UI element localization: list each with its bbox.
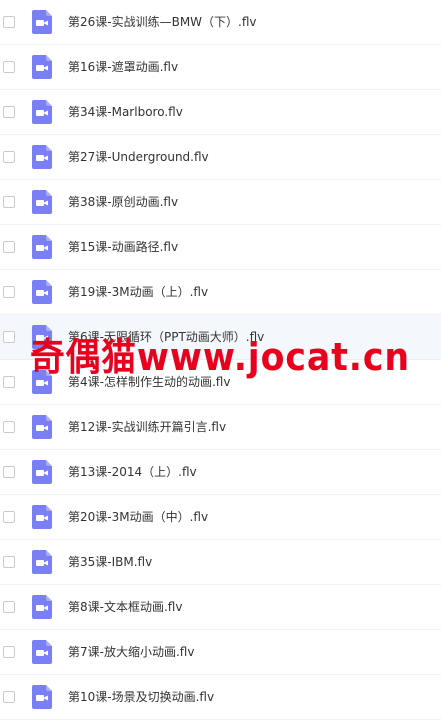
file-row[interactable]: 第26课-实战训练—BMW（下）.flv [0, 0, 441, 45]
file-row[interactable]: 第10课-场景及切换动画.flv [0, 675, 441, 720]
file-name[interactable]: 第16课-遮罩动画.flv [68, 57, 178, 77]
row-checkbox[interactable] [3, 511, 15, 523]
file-row[interactable]: 第19课-3M动画（上）.flv [0, 270, 441, 315]
file-row[interactable]: 第16课-遮罩动画.flv [0, 45, 441, 90]
row-checkbox[interactable] [3, 61, 15, 73]
video-file-icon [32, 280, 52, 304]
row-checkbox[interactable] [3, 106, 15, 118]
file-row[interactable]: 第7课-放大缩小动画.flv [0, 630, 441, 675]
file-list: 第26课-实战训练—BMW（下）.flv 第16课-遮罩动画.flv 第34课-Ma… [0, 0, 441, 720]
file-row[interactable]: 第8课-文本框动画.flv [0, 585, 441, 630]
file-row[interactable]: 第35课-IBM.flv [0, 540, 441, 585]
row-checkbox[interactable] [3, 196, 15, 208]
row-checkbox[interactable] [3, 16, 15, 28]
video-file-icon [32, 145, 52, 169]
file-name[interactable]: 第12课-实战训练开篇引言.flv [68, 417, 226, 437]
row-checkbox[interactable] [3, 691, 15, 703]
file-row[interactable]: 第13课-2014（上）.flv [0, 450, 441, 495]
file-name[interactable]: 第8课-文本框动画.flv [68, 597, 182, 617]
file-name[interactable]: 第13课-2014（上）.flv [68, 462, 197, 482]
row-checkbox[interactable] [3, 646, 15, 658]
video-file-icon [32, 595, 52, 619]
row-checkbox[interactable] [3, 421, 15, 433]
video-file-icon [32, 370, 52, 394]
file-row[interactable]: 第4课-怎样制作生动的动画.flv [0, 360, 441, 405]
file-name[interactable]: 第10课-场景及切换动画.flv [68, 687, 214, 707]
file-row[interactable]: 第38课-原创动画.flv [0, 180, 441, 225]
video-file-icon [32, 415, 52, 439]
file-name[interactable]: 第7课-放大缩小动画.flv [68, 642, 194, 662]
video-file-icon [32, 505, 52, 529]
file-name[interactable]: 第35课-IBM.flv [68, 552, 152, 572]
row-checkbox[interactable] [3, 376, 15, 388]
video-file-icon [32, 460, 52, 484]
video-file-icon [32, 685, 52, 709]
file-name[interactable]: 第38课-原创动画.flv [68, 192, 178, 212]
file-name[interactable]: 第34课-Marlboro.flv [68, 102, 183, 122]
row-checkbox[interactable] [3, 241, 15, 253]
video-file-icon [32, 325, 52, 349]
row-checkbox[interactable] [3, 466, 15, 478]
file-name[interactable]: 第15课-动画路径.flv [68, 237, 178, 257]
video-file-icon [32, 100, 52, 124]
file-name[interactable]: 第26课-实战训练—BMW（下）.flv [68, 12, 257, 32]
file-name[interactable]: 第27课-Underground.flv [68, 147, 209, 167]
file-name[interactable]: 第4课-怎样制作生动的动画.flv [68, 372, 230, 392]
file-name[interactable]: 第6课-无限循环（PPT动画大师）.flv [68, 327, 264, 347]
video-file-icon [32, 640, 52, 664]
row-checkbox[interactable] [3, 601, 15, 613]
file-row[interactable]: 第15课-动画路径.flv [0, 225, 441, 270]
row-checkbox[interactable] [3, 556, 15, 568]
row-checkbox[interactable] [3, 151, 15, 163]
file-row[interactable]: 第27课-Underground.flv [0, 135, 441, 180]
video-file-icon [32, 235, 52, 259]
file-name[interactable]: 第19课-3M动画（上）.flv [68, 282, 208, 302]
file-name[interactable]: 第20课-3M动画（中）.flv [68, 507, 208, 527]
row-checkbox[interactable] [3, 286, 15, 298]
video-file-icon [32, 55, 52, 79]
file-row[interactable]: 第20课-3M动画（中）.flv [0, 495, 441, 540]
file-row[interactable]: 第34课-Marlboro.flv [0, 90, 441, 135]
file-row[interactable]: 第6课-无限循环（PPT动画大师）.flv [0, 315, 441, 360]
video-file-icon [32, 550, 52, 574]
row-checkbox[interactable] [3, 331, 15, 343]
video-file-icon [32, 190, 52, 214]
video-file-icon [32, 10, 52, 34]
file-row[interactable]: 第12课-实战训练开篇引言.flv [0, 405, 441, 450]
